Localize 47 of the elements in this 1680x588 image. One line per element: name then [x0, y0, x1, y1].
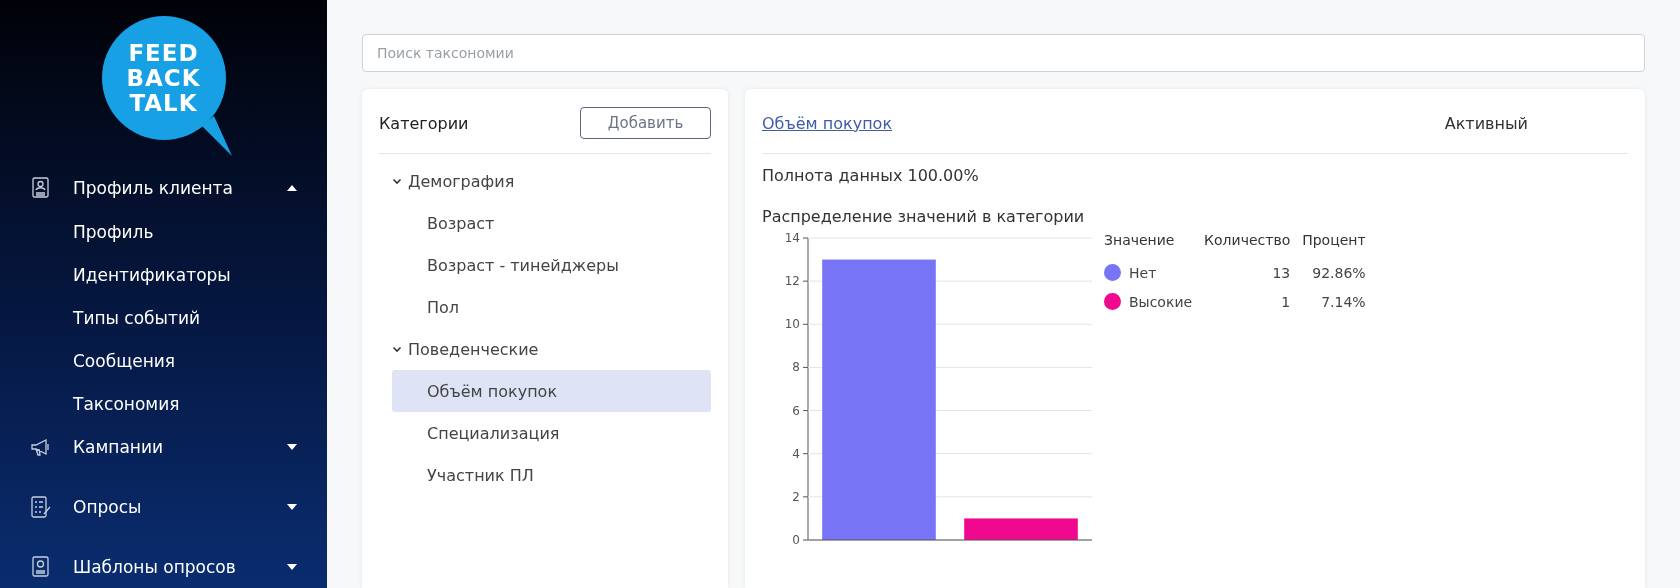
category-link[interactable]: Объём покупок: [762, 113, 893, 133]
tick-label: 0: [792, 533, 800, 547]
menu-item[interactable]: Шаблоны опросов: [30, 545, 297, 588]
logo: FEED BACK TALK: [101, 16, 232, 156]
submenu-item[interactable]: Типы событий: [30, 296, 297, 339]
tree-item[interactable]: Возраст: [392, 202, 711, 244]
submenu-item[interactable]: Профиль: [30, 210, 297, 253]
panel-title: Категории: [379, 113, 469, 133]
tree-item[interactable]: Объём покупок: [392, 370, 711, 412]
submenu-item[interactable]: Сообщения: [30, 339, 297, 382]
checklist-icon: [30, 495, 52, 519]
tick-label: 2: [792, 489, 800, 504]
status-label: Активный: [1444, 113, 1528, 133]
tree-item[interactable]: Пол: [392, 286, 711, 328]
submenu-item[interactable]: Таксономия: [30, 382, 297, 425]
tick-label: 12: [784, 274, 800, 289]
tick-label: 10: [784, 317, 800, 332]
column-header: Процент: [1302, 232, 1367, 250]
profile-card-icon: [30, 176, 52, 200]
tick-label: 4: [792, 446, 800, 461]
tree-group-label: Поведенческие: [408, 339, 539, 359]
tree-group[interactable]: Поведенческие: [392, 328, 711, 370]
column-header: Количество: [1204, 232, 1292, 250]
tick-label: 14: [784, 231, 800, 245]
menu-item[interactable]: Профиль клиента: [30, 166, 297, 210]
tick-label: 8: [792, 360, 800, 375]
table-cell: Нет: [1129, 264, 1157, 281]
add-button[interactable]: Добавить: [580, 107, 711, 139]
table-cell-text: 13: [1271, 263, 1292, 283]
submenu-item[interactable]: Идентификаторы: [30, 253, 297, 296]
table-cell: Высокие: [1129, 293, 1193, 310]
completeness-text: Полнота данных 100.00%: [762, 166, 980, 185]
search-field[interactable]: Поиск таксономии: [362, 34, 1645, 72]
tree-item[interactable]: Специализация: [392, 412, 711, 454]
tree-group-label: Демография: [408, 171, 515, 191]
document-icon: [30, 555, 52, 579]
table-cell-text: 7.14%: [1320, 292, 1367, 312]
tree-item[interactable]: Возраст - тинейджеры: [392, 244, 711, 286]
tree-group[interactable]: Демография: [392, 160, 711, 202]
tree-item[interactable]: Участник ПЛ: [392, 454, 711, 496]
chart-title: Распределение значений в категории: [762, 207, 1086, 226]
menu-item[interactable]: Кампании: [30, 425, 297, 469]
column-header: Значение: [1104, 232, 1176, 250]
menu-item[interactable]: Опросы: [30, 485, 297, 529]
table-cell-text: 92.86%: [1311, 263, 1367, 283]
tick-label: 6: [792, 403, 800, 418]
table-cell-text: 1: [1280, 292, 1292, 312]
